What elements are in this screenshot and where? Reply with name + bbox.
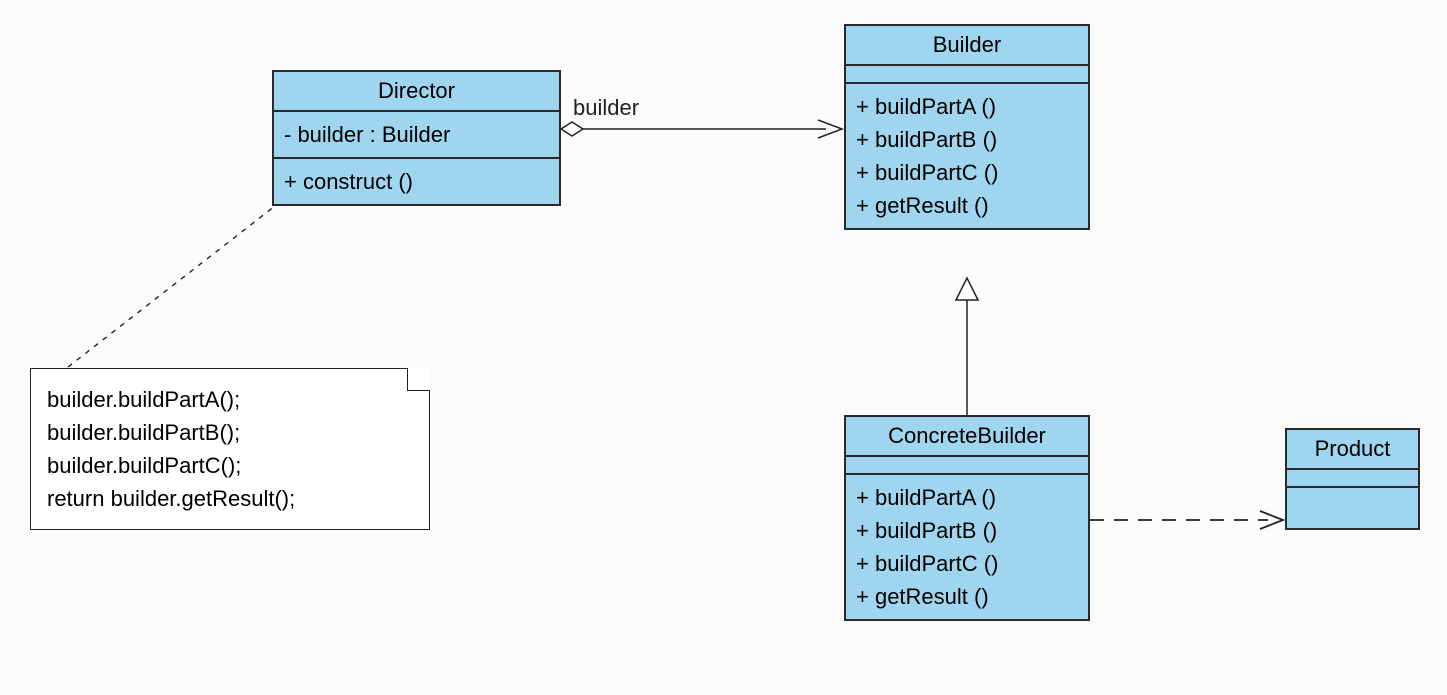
class-builder-attributes-empty	[846, 66, 1088, 84]
class-product-title: Product	[1287, 430, 1418, 470]
diagram-connectors: Product dependency (dashed, open arrow) …	[0, 0, 1447, 695]
association-label-builder: builder	[573, 95, 639, 121]
op-line: + buildPartA ()	[856, 481, 1078, 514]
op-line: + getResult ()	[856, 580, 1078, 613]
note-line: builder.buildPartB();	[47, 416, 413, 449]
class-director-title: Director	[274, 72, 559, 112]
class-product: Product	[1285, 428, 1420, 530]
note-line: builder.buildPartC();	[47, 449, 413, 482]
association-director-builder	[561, 120, 842, 138]
note-fold-icon	[407, 368, 430, 391]
class-builder: Builder + buildPartA () + buildPartB () …	[844, 24, 1090, 230]
class-concretebuilder-operations: + buildPartA () + buildPartB () + buildP…	[846, 475, 1088, 619]
op-line: + getResult ()	[856, 189, 1078, 222]
class-director-attributes: - builder : Builder	[274, 112, 559, 159]
op-line: + buildPartB ()	[856, 514, 1078, 547]
class-concretebuilder-title: ConcreteBuilder	[846, 417, 1088, 457]
class-builder-operations: + buildPartA () + buildPartB () + buildP…	[846, 84, 1088, 228]
note-anchor	[68, 206, 275, 367]
op-line: + construct ()	[284, 165, 549, 198]
class-concretebuilder: ConcreteBuilder + buildPartA () + buildP…	[844, 415, 1090, 621]
class-builder-title: Builder	[846, 26, 1088, 66]
class-product-attributes-empty	[1287, 470, 1418, 488]
attr-line: - builder : Builder	[284, 118, 549, 151]
note-line: return builder.getResult();	[47, 482, 413, 515]
op-line: + buildPartC ()	[856, 547, 1078, 580]
note-line: builder.buildPartA();	[47, 383, 413, 416]
op-line: + buildPartC ()	[856, 156, 1078, 189]
class-director: Director - builder : Builder + construct…	[272, 70, 561, 206]
class-director-operations: + construct ()	[274, 159, 559, 204]
op-line: + buildPartA ()	[856, 90, 1078, 123]
dependency-concretebuilder-product	[1090, 511, 1283, 529]
generalization-concretebuilder-builder	[956, 278, 978, 415]
op-line: + buildPartB ()	[856, 123, 1078, 156]
note-construct-body: builder.buildPartA(); builder.buildPartB…	[30, 368, 430, 530]
class-concretebuilder-attributes-empty	[846, 457, 1088, 475]
class-product-operations-empty	[1287, 488, 1418, 528]
